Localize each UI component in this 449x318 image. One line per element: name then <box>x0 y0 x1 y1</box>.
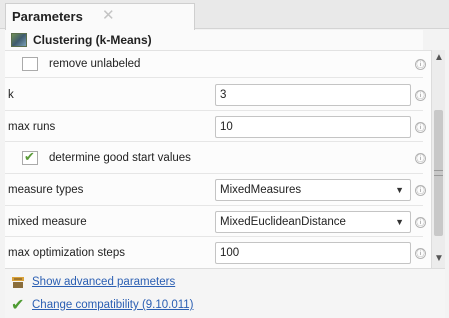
param-row-measure-types: measure types MixedMeasures ▼ ⓘ <box>5 175 426 206</box>
measure-types-select[interactable]: MixedMeasures ▼ <box>215 179 411 201</box>
dropdown-arrow-icon: ▼ <box>395 217 404 227</box>
param-row-k: k 3 ⓘ <box>5 79 426 111</box>
tab-title: Parameters <box>12 9 83 24</box>
scrollbar-grip-icon <box>434 170 443 176</box>
measure-types-value: MixedMeasures <box>220 184 302 196</box>
remove-unlabeled-label: remove unlabeled <box>49 58 141 70</box>
operator-header: Clustering (k-Means) <box>5 30 423 50</box>
max-optimization-steps-input[interactable]: 100 <box>215 242 411 264</box>
param-row-mixed-measure: mixed measure MixedEuclideanDistance ▼ ⓘ <box>5 207 426 237</box>
show-advanced-parameters-link[interactable]: Show advanced parameters <box>32 276 175 288</box>
clustering-icon <box>11 33 27 47</box>
scroll-down-icon[interactable]: ▼ <box>434 253 444 264</box>
param-row-max-runs: max runs 10 ⓘ <box>5 112 426 142</box>
max-optimization-steps-label: max optimization steps <box>8 247 125 259</box>
info-icon[interactable]: ⓘ <box>415 90 426 101</box>
change-compatibility-link[interactable]: Change compatibility (9.10.011) <box>32 299 194 311</box>
determine-good-start-values-checkbox[interactable]: ✔ <box>22 149 38 165</box>
parameters-panel: remove unlabeled ⓘ k 3 ⓘ max runs 10 ⓘ ✔… <box>5 50 433 269</box>
tab-bar: Parameters ✕ <box>0 0 449 30</box>
mixed-measure-value: MixedEuclideanDistance <box>220 216 346 228</box>
param-row-determine-good-start-values: ✔ determine good start values ⓘ <box>5 143 426 174</box>
scroll-up-icon[interactable]: ▲ <box>434 52 444 63</box>
determine-good-start-values-label: determine good start values <box>49 152 191 164</box>
advanced-parameters-icon <box>12 277 24 288</box>
close-icon[interactable]: ✕ <box>102 6 115 24</box>
remove-unlabeled-checkbox[interactable] <box>22 57 38 71</box>
operator-title: Clustering (k-Means) <box>33 33 152 47</box>
max-runs-label: max runs <box>8 121 56 133</box>
checkmark-icon: ✔ <box>11 297 25 314</box>
footer: Show advanced parameters ✔ Change compat… <box>5 268 445 318</box>
mixed-measure-label: mixed measure <box>8 216 87 228</box>
info-icon[interactable]: ⓘ <box>415 217 426 228</box>
measure-types-label: measure types <box>8 184 84 196</box>
tab-parameters[interactable]: Parameters ✕ <box>5 3 195 30</box>
info-icon[interactable]: ⓘ <box>415 185 426 196</box>
k-input[interactable]: 3 <box>215 84 411 106</box>
vertical-scrollbar[interactable]: ▲ ▼ <box>431 50 445 268</box>
checkmark-icon: ✔ <box>24 149 35 164</box>
dropdown-arrow-icon: ▼ <box>395 185 404 195</box>
info-icon[interactable]: ⓘ <box>415 122 426 133</box>
info-icon[interactable]: ⓘ <box>415 59 426 70</box>
k-label: k <box>8 89 14 101</box>
param-row-max-optimization-steps: max optimization steps 100 ⓘ <box>5 238 426 269</box>
mixed-measure-select[interactable]: MixedEuclideanDistance ▼ <box>215 211 411 233</box>
info-icon[interactable]: ⓘ <box>415 153 426 164</box>
max-runs-input[interactable]: 10 <box>215 116 411 138</box>
param-row-remove-unlabeled: remove unlabeled ⓘ <box>5 51 426 78</box>
info-icon[interactable]: ⓘ <box>415 248 426 259</box>
